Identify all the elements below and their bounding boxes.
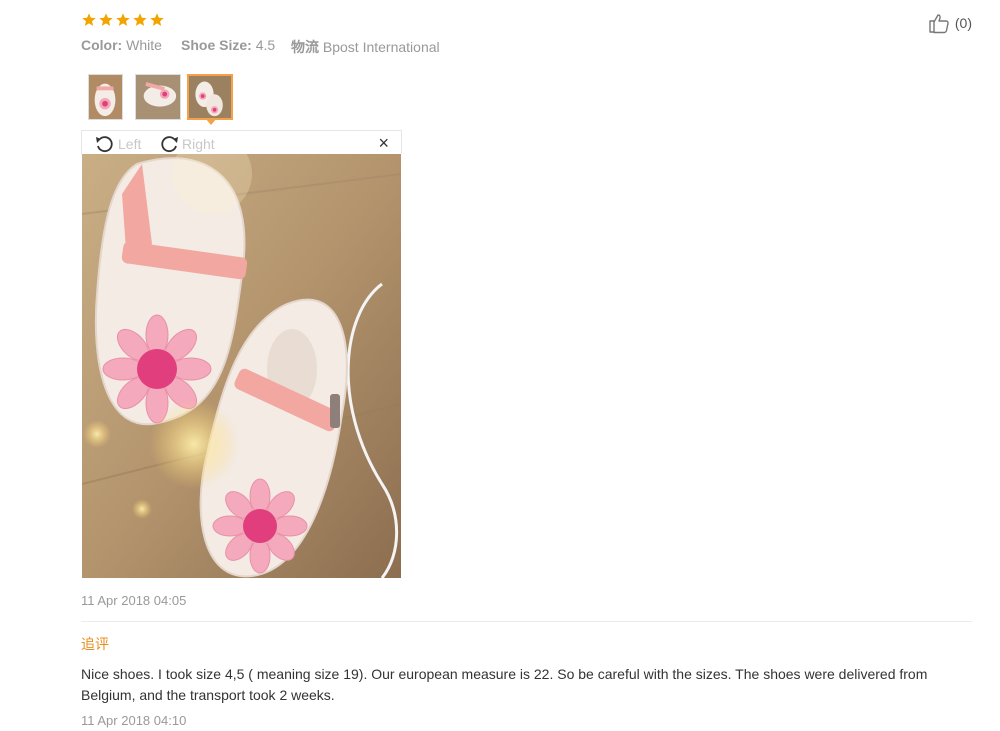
followup-label: 追评	[81, 636, 109, 652]
star-icon	[99, 13, 113, 26]
star-icon	[116, 13, 130, 26]
rotate-right-icon	[161, 136, 178, 153]
photo-thumbnail-3[interactable]	[187, 74, 233, 120]
shoe-photo-thumbnail	[136, 75, 180, 119]
color-attribute: Color: White	[81, 37, 162, 53]
color-value: White	[126, 37, 162, 53]
star-icon	[133, 13, 147, 26]
review-photo	[82, 154, 401, 578]
followup-text: Nice shoes. I took size 4,5 ( meaning si…	[81, 666, 928, 703]
thumbs-up-icon	[929, 14, 949, 34]
photo-viewer-toolbar: Left Right ×	[81, 130, 402, 154]
shoe-photo	[82, 154, 401, 578]
rotate-left-button[interactable]: Left	[94, 134, 141, 154]
helpful-count: (0)	[954, 15, 972, 31]
star-icon	[82, 13, 96, 26]
photo-thumbnail-1[interactable]	[88, 74, 123, 120]
review-date: 11 Apr 2018 04:05	[81, 593, 187, 608]
rating-stars	[81, 12, 165, 28]
close-viewer-button[interactable]: ×	[378, 133, 389, 153]
divider	[81, 621, 972, 622]
color-label: Color:	[81, 37, 123, 53]
star-icon	[150, 13, 164, 26]
helpful-button[interactable]: (0)	[928, 12, 972, 34]
rotate-right-label: Right	[182, 136, 215, 152]
size-attribute: Shoe Size: 4.5	[181, 37, 275, 53]
size-label: Shoe Size:	[181, 37, 252, 53]
photo-thumbnail-2[interactable]	[135, 74, 181, 120]
shipping-label: 物流	[291, 39, 319, 55]
rotate-right-button[interactable]: Right	[158, 134, 215, 154]
followup-date: 11 Apr 2018 04:10	[81, 713, 187, 728]
rotate-left-icon	[96, 136, 113, 153]
shoe-photo-thumbnail	[189, 76, 231, 118]
rotate-left-label: Left	[118, 136, 142, 152]
shoe-photo-thumbnail	[89, 75, 122, 119]
size-value: 4.5	[255, 37, 276, 53]
shipping-attribute: 物流 Bpost International	[291, 37, 440, 57]
selected-thumbnail-pointer	[205, 118, 217, 125]
shipping-value: Bpost International	[322, 39, 440, 55]
